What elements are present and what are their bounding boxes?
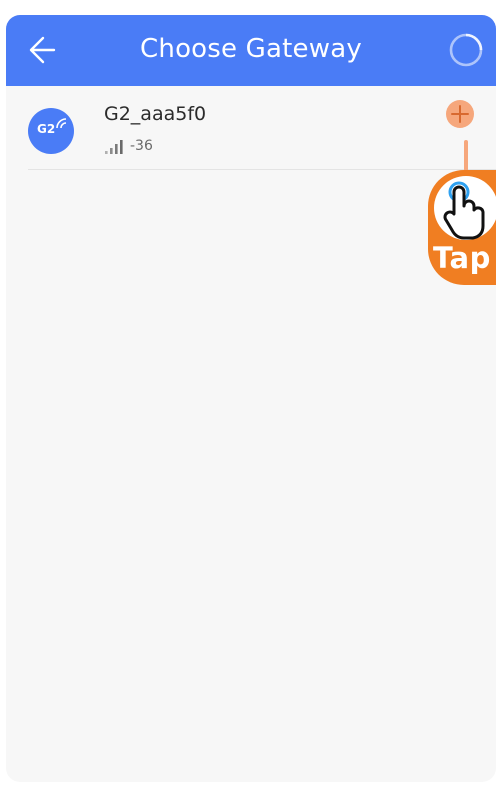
back-button[interactable] <box>24 32 64 68</box>
refresh-button[interactable] <box>448 32 484 68</box>
list-divider <box>28 169 496 170</box>
gateway-avatar: G2 <box>28 108 74 154</box>
gateway-name: G2_aaa5f0 <box>104 103 207 125</box>
signal-strength-icon <box>105 140 123 154</box>
add-gateway-button[interactable] <box>446 100 474 128</box>
wifi-waves-icon <box>56 118 67 129</box>
gateway-list-item[interactable]: G2 G2_aaa5f0 -36 <box>6 86 496 170</box>
plus-icon <box>451 105 469 123</box>
gateway-badge-label: G2 <box>37 122 56 136</box>
app-screen: Choose Gateway G2 G2_aaa5f0 -36 <box>6 15 496 782</box>
signal-rssi-value: -36 <box>130 138 153 154</box>
page-title: Choose Gateway <box>140 34 362 64</box>
refresh-circle-icon <box>449 33 483 67</box>
back-arrow-icon <box>29 36 56 64</box>
top-bar: Choose Gateway <box>6 15 496 86</box>
